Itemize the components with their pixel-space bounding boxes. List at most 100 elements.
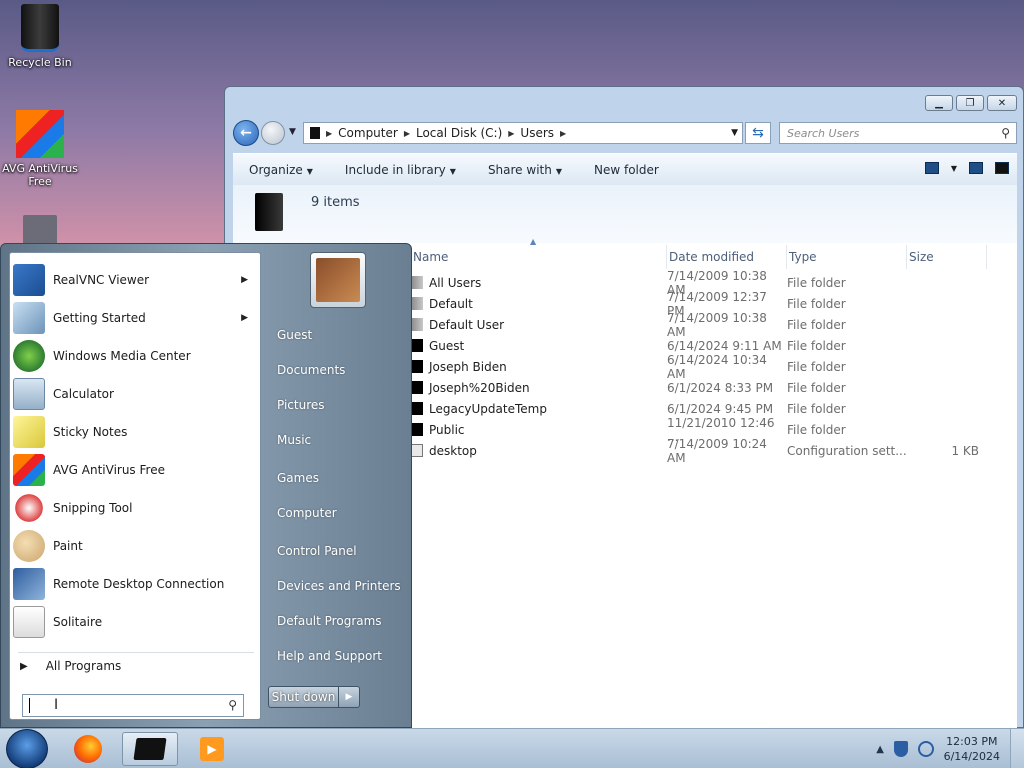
file-type: File folder [787, 401, 846, 416]
taskbar-explorer[interactable] [122, 732, 178, 766]
file-name: Public [429, 422, 465, 437]
address-bar[interactable]: ▶ Computer ▶ Local Disk (C:) ▶ Users ▶ ▼ [303, 122, 743, 144]
chevron-right-icon[interactable]: ▶ [508, 129, 514, 138]
desktop-icon-avg[interactable]: AVG AntiVirus Free [0, 110, 80, 188]
search-placeholder: Search Users [787, 126, 860, 140]
program-sticky-notes[interactable]: Sticky Notes [10, 414, 260, 450]
start-button[interactable] [6, 729, 48, 768]
avg-antivirus-icon [13, 454, 45, 486]
search-icon[interactable]: ⚲ [228, 698, 237, 712]
text-cursor [29, 698, 30, 713]
chevron-right-icon[interactable]: ▶ [560, 129, 566, 138]
table-row[interactable]: Default User 7/14/2009 10:38 AM File folde… [411, 311, 1011, 339]
clock[interactable]: 12:03 PM 6/14/2024 [944, 734, 1000, 764]
address-dropdown-icon[interactable]: ▼ [731, 128, 738, 138]
file-type: File folder [787, 338, 846, 353]
program-getting-started[interactable]: Getting Started ▶ [10, 300, 260, 336]
clock-date: 6/14/2024 [943, 750, 1000, 763]
network-icon[interactable] [918, 741, 934, 757]
chevron-right-icon[interactable]: ▶ [404, 129, 410, 138]
link-guest[interactable]: Guest [277, 328, 312, 342]
preview-pane-icon[interactable] [969, 162, 983, 174]
program-snipping-tool[interactable]: Snipping Tool [10, 490, 260, 526]
minimize-button[interactable]: ▁ [925, 95, 953, 111]
forward-button[interactable] [261, 121, 285, 145]
link-devices-printers[interactable]: Devices and Printers [277, 579, 401, 593]
table-row[interactable]: desktop 7/14/2009 10:24 AM Configuration s… [411, 437, 1011, 465]
file-type: Configuration sett... [787, 443, 907, 458]
link-games[interactable]: Games [277, 471, 319, 485]
back-button[interactable]: ← [233, 120, 259, 146]
include-in-library-menu[interactable]: Include in library ▼ [329, 163, 472, 177]
chevron-down-icon[interactable]: ▼ [951, 164, 957, 173]
help-icon[interactable] [995, 162, 1009, 174]
link-pictures[interactable]: Pictures [277, 398, 325, 412]
link-help-support[interactable]: Help and Support [277, 649, 382, 663]
link-music[interactable]: Music [277, 433, 311, 447]
desktop-icon-recycle-bin[interactable]: Recycle Bin [0, 4, 80, 69]
column-header-name[interactable]: Name [411, 245, 667, 269]
shutdown-button[interactable]: Shut down [269, 687, 339, 707]
folder-icon [411, 360, 423, 373]
search-input[interactable]: Search Users ⚲ [779, 122, 1017, 144]
date-modified: 6/1/2024 9:45 PM [667, 401, 774, 416]
program-label: Calculator [53, 387, 114, 401]
refresh-button[interactable]: ⇆ [745, 122, 771, 144]
search-icon[interactable]: ⚲ [1001, 126, 1010, 140]
link-default-programs[interactable]: Default Programs [277, 614, 382, 628]
user-picture[interactable] [310, 252, 366, 308]
program-realvnc-viewer[interactable]: RealVNC Viewer ▶ [10, 262, 260, 298]
folder-icon [411, 318, 423, 331]
maximize-button[interactable]: ❐ [956, 95, 984, 111]
refresh-icon: ⇆ [752, 125, 764, 141]
system-tray: ▲ [876, 741, 934, 757]
column-header-date[interactable]: Date modified [667, 245, 787, 269]
breadcrumb-users[interactable]: Users [520, 126, 554, 140]
recent-pages-dropdown[interactable]: ▼ [289, 127, 296, 137]
minimize-icon: ▁ [935, 97, 943, 109]
taskbar-firefox[interactable] [60, 732, 116, 766]
breadcrumb-computer[interactable]: Computer [338, 126, 398, 140]
program-solitaire[interactable]: Solitaire [10, 604, 260, 640]
organize-label: Organize [249, 162, 303, 177]
taskbar-media-player[interactable]: ▶ [184, 732, 240, 766]
column-header-size[interactable]: Size [907, 245, 987, 269]
chevron-right-icon[interactable]: ▶ [326, 129, 332, 138]
file-name: Joseph%20Biden [429, 380, 530, 395]
table-row[interactable]: Joseph Biden 6/14/2024 10:34 AM File folde… [411, 353, 1011, 381]
program-remote-desktop[interactable]: Remote Desktop Connection [10, 566, 260, 602]
share-with-menu[interactable]: Share with ▼ [472, 163, 578, 177]
start-menu-links-pane: Guest Documents Pictures Music Games Com… [263, 244, 411, 729]
chevron-right-icon: ▶ [241, 275, 248, 285]
start-search-input[interactable]: I ⚲ [22, 694, 244, 717]
close-button[interactable]: ✕ [987, 95, 1017, 111]
chevron-down-icon: ▼ [555, 166, 562, 176]
chevron-up-icon[interactable]: ▲ [876, 744, 884, 755]
program-windows-media-center[interactable]: Windows Media Center [10, 338, 260, 374]
shutdown-button-group: Shut down ▶ [268, 686, 360, 708]
chevron-right-icon: ▶ [20, 660, 28, 672]
link-computer[interactable]: Computer [277, 506, 337, 520]
show-desktop-button[interactable] [1010, 729, 1024, 768]
date-modified: 6/14/2024 9:11 AM [667, 338, 782, 353]
organize-menu[interactable]: Organize ▼ [233, 163, 329, 177]
computer-icon [310, 127, 320, 139]
all-programs-button[interactable]: ▶ All Programs [20, 659, 121, 673]
link-control-panel[interactable]: Control Panel [277, 544, 357, 558]
document-icon [23, 215, 57, 245]
column-header-type[interactable]: Type [787, 245, 907, 269]
link-documents[interactable]: Documents [277, 363, 345, 377]
breadcrumb-local-disk[interactable]: Local Disk (C:) [416, 126, 502, 140]
details-pane: 9 items [233, 185, 1017, 243]
new-folder-button[interactable]: New folder [578, 163, 675, 177]
media-player-icon: ▶ [200, 737, 224, 761]
program-paint[interactable]: Paint [10, 528, 260, 564]
shutdown-options-button[interactable]: ▶ [339, 687, 359, 707]
action-center-icon[interactable] [894, 741, 908, 757]
program-calculator[interactable]: Calculator [10, 376, 260, 412]
table-row[interactable]: Joseph%20Biden 6/1/2024 8:33 PM File folde… [411, 377, 1011, 398]
column-headers: Name Date modified Type Size [411, 245, 1011, 269]
remote-desktop-icon [13, 568, 45, 600]
program-avg-antivirus[interactable]: AVG AntiVirus Free [10, 452, 260, 488]
change-view-icon[interactable] [924, 162, 939, 174]
